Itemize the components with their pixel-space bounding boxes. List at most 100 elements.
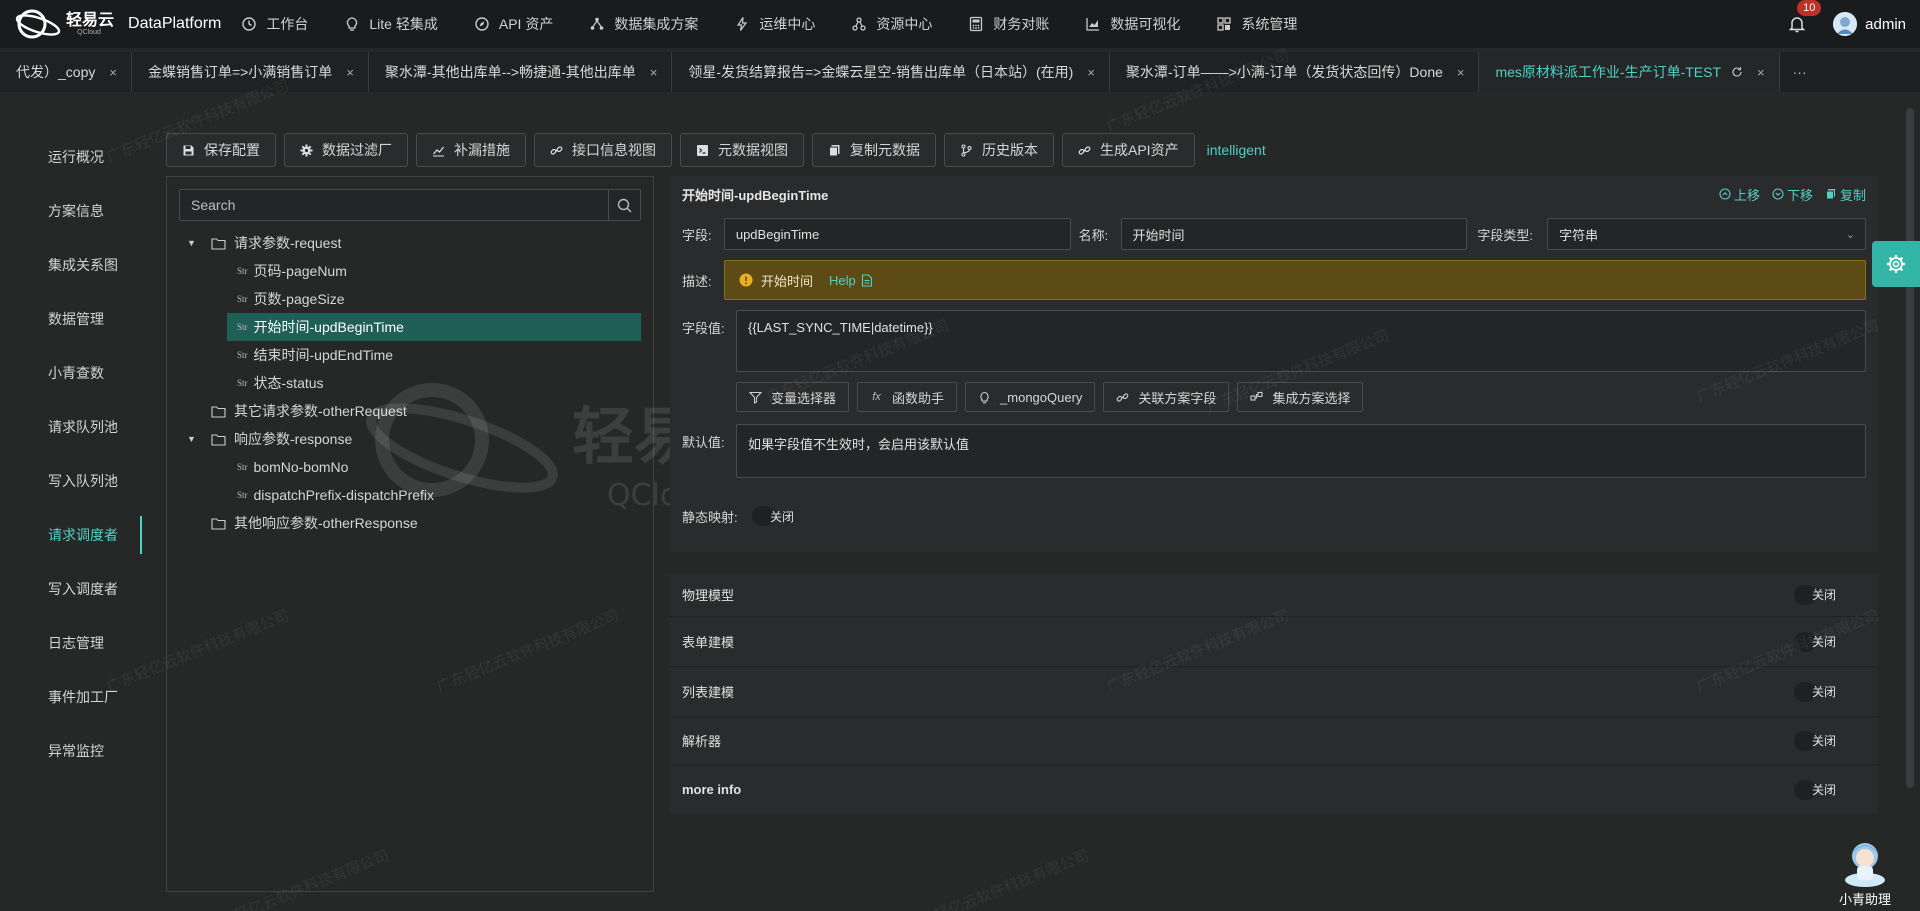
section-physical-model[interactable]: 物理模型 关闭 bbox=[670, 572, 1878, 616]
menu-item-system[interactable]: 系统管理 bbox=[1216, 14, 1297, 34]
save-config-button[interactable]: 保存配置 bbox=[166, 133, 276, 167]
tree-node-other-request[interactable]: 其它请求参数-otherRequest bbox=[167, 397, 653, 425]
user-name[interactable]: admin bbox=[1865, 16, 1906, 33]
menu-item-visualization[interactable]: 数据可视化 bbox=[1085, 14, 1180, 34]
tree-node-other-response[interactable]: 其他响应参数-otherResponse bbox=[167, 509, 653, 537]
sidebar-item-event-factory[interactable]: 事件加工厂 bbox=[0, 670, 142, 724]
close-icon[interactable]: × bbox=[109, 65, 117, 80]
data-filter-button[interactable]: 数据过滤厂 bbox=[284, 133, 408, 167]
section-list-modeling[interactable]: 列表建模 关闭 bbox=[670, 666, 1878, 716]
link-icon bbox=[1117, 392, 1129, 402]
name-input[interactable]: 开始时间 bbox=[1120, 218, 1468, 250]
sidebar-item-request-queue[interactable]: 请求队列池 bbox=[0, 400, 142, 454]
move-down-label: 下移 bbox=[1786, 187, 1813, 203]
tab-jushuitan-order[interactable]: 聚水潭-订单——>小满-订单（发货状态回传）Done × bbox=[1109, 52, 1480, 92]
tree-node-dispatchprefix[interactable]: Str dispatchPrefix-dispatchPrefix bbox=[167, 481, 653, 509]
history-version-button[interactable]: 历史版本 bbox=[944, 133, 1054, 167]
main-menu: 工作台 Lite 轻集成 API 资产 数据集成方案 运维中心 资源中心 财务对… bbox=[241, 0, 1333, 48]
section-parser[interactable]: 解析器 关闭 bbox=[670, 716, 1878, 764]
close-icon[interactable]: × bbox=[1757, 65, 1765, 80]
tree-node-updbegintime[interactable]: Str 开始时间-updBeginTime bbox=[227, 313, 641, 341]
menu-item-lite[interactable]: Lite 轻集成 bbox=[344, 14, 438, 34]
type-select[interactable]: 字符串 ⌄ bbox=[1547, 218, 1866, 250]
menu-item-resource-center[interactable]: 资源中心 bbox=[851, 14, 932, 34]
move-up-button[interactable]: 上移 bbox=[1719, 185, 1760, 204]
intelligent-link[interactable]: intelligent bbox=[1207, 142, 1266, 158]
section-toggle[interactable]: 关闭 bbox=[1793, 730, 1836, 751]
sidebar-item-plan-info[interactable]: 方案信息 bbox=[0, 184, 142, 238]
sidebar-item-logs[interactable]: 日志管理 bbox=[0, 616, 142, 670]
page-scrollbar[interactable] bbox=[1906, 108, 1914, 788]
api-info-view-button[interactable]: 接口信息视图 bbox=[534, 133, 672, 167]
sidebar-item-write-queue[interactable]: 写入队列池 bbox=[0, 454, 142, 508]
sidebar-item-data-management[interactable]: 数据管理 bbox=[0, 292, 142, 346]
patch-measures-button[interactable]: 补漏措施 bbox=[416, 133, 526, 167]
settings-float-button[interactable] bbox=[1872, 241, 1920, 287]
compass-icon bbox=[475, 17, 489, 31]
button-label: 历史版本 bbox=[982, 142, 1038, 158]
tab-mes-active[interactable]: mes原材料派工作业-生产订单-TEST × bbox=[1479, 52, 1780, 92]
xiaoqing-assistant[interactable]: 小青助理 bbox=[1830, 836, 1900, 908]
sidebar-item-write-scheduler[interactable]: 写入调度者 bbox=[0, 562, 142, 616]
copy-metadata-button[interactable]: 复制元数据 bbox=[812, 133, 936, 167]
field-input[interactable]: updBeginTime bbox=[723, 218, 1071, 250]
search-button[interactable] bbox=[608, 190, 640, 220]
tree-node-pagesize[interactable]: Str 页数-pageSize bbox=[167, 285, 653, 313]
sidebar-item-overview[interactable]: 运行概况 bbox=[0, 130, 142, 184]
menu-item-workbench[interactable]: 工作台 bbox=[241, 14, 308, 34]
section-toggle[interactable]: 关闭 bbox=[1793, 584, 1836, 605]
generate-api-asset-button[interactable]: 生成API资产 bbox=[1062, 133, 1195, 167]
tree-node-response[interactable]: ▼ 响应参数-response bbox=[167, 425, 653, 453]
section-toggle[interactable]: 关闭 bbox=[1793, 779, 1836, 800]
menu-item-integration-plans[interactable]: 数据集成方案 bbox=[589, 14, 698, 34]
tab-copy[interactable]: 代发）_copy × bbox=[0, 52, 132, 92]
search-input[interactable] bbox=[180, 190, 608, 220]
tree-node-pagenum[interactable]: Str 页码-pageNum bbox=[167, 257, 653, 285]
refresh-icon[interactable] bbox=[1731, 66, 1743, 78]
sidebar-item-relation-graph[interactable]: 集成关系图 bbox=[0, 238, 142, 292]
section-toggle[interactable]: 关闭 bbox=[1793, 631, 1836, 652]
integration-plan-select-button[interactable]: 集成方案选择 bbox=[1237, 382, 1364, 412]
caret-down-icon[interactable]: ▼ bbox=[187, 434, 197, 444]
tree-node-request[interactable]: ▼ 请求参数-request bbox=[167, 229, 653, 257]
close-icon[interactable]: × bbox=[1087, 65, 1095, 80]
sidebar-item-exception-monitor[interactable]: 异常监控 bbox=[0, 724, 142, 778]
menu-item-finance[interactable]: 财务对账 bbox=[968, 14, 1049, 34]
description-box[interactable]: 开始时间 Help bbox=[724, 260, 1866, 300]
default-value-editor[interactable]: 如果字段值不生效时，会启用该默认值 bbox=[736, 424, 1866, 478]
tab-lingxing-report[interactable]: 领星-发货结算报告=>金蝶云星空-销售出库单（日本站）(在用) × bbox=[672, 52, 1110, 92]
close-icon[interactable]: × bbox=[346, 65, 354, 80]
tree-node-status[interactable]: Str 状态-status bbox=[167, 369, 653, 397]
variable-selector-button[interactable]: 变量选择器 bbox=[736, 382, 850, 412]
static-mapping-toggle[interactable]: 关闭 bbox=[752, 506, 794, 526]
function-helper-button[interactable]: fx 函数助手 bbox=[857, 382, 958, 412]
tree-node-updendtime[interactable]: Str 结束时间-updEndTime bbox=[167, 341, 653, 369]
section-toggle[interactable]: 关闭 bbox=[1793, 681, 1836, 702]
sidebar-item-request-scheduler[interactable]: 请求调度者 bbox=[0, 508, 142, 562]
move-down-button[interactable]: 下移 bbox=[1772, 185, 1813, 204]
field-value-editor[interactable]: {{LAST_SYNC_TIME|datetime}} bbox=[736, 310, 1866, 372]
metadata-view-button[interactable]: 元数据视图 bbox=[680, 133, 804, 167]
tab-jushuitan-outbound[interactable]: 聚水潭-其他出库单-->畅捷通-其他出库单 × bbox=[368, 52, 673, 92]
tab-kingdee-sales[interactable]: 金蝶销售订单=>小满销售订单 × bbox=[131, 52, 369, 92]
button-label: 集成方案选择 bbox=[1272, 390, 1351, 406]
related-plan-field-button[interactable]: 关联方案字段 bbox=[1103, 382, 1230, 412]
menu-item-api-assets[interactable]: API 资产 bbox=[474, 14, 553, 34]
close-icon[interactable]: × bbox=[1457, 65, 1465, 80]
close-icon[interactable]: × bbox=[650, 65, 658, 80]
tab-label: 聚水潭-订单——>小满-订单（发货状态回传）Done bbox=[1125, 64, 1443, 80]
tab-more-icon[interactable]: ··· bbox=[1780, 52, 1820, 92]
menu-item-ops-center[interactable]: 运维中心 bbox=[734, 14, 815, 34]
caret-down-icon[interactable]: ▼ bbox=[187, 238, 197, 248]
tree-node-bomno[interactable]: Str bomNo-bomNo bbox=[167, 453, 653, 481]
sidebar-item-xiaoqing-query[interactable]: 小青查数 bbox=[0, 346, 142, 400]
notification-bell[interactable]: 10 bbox=[1787, 0, 1822, 34]
logo[interactable]: 轻易云 QCloud bbox=[14, 8, 114, 40]
copy-field-button[interactable]: 复制 bbox=[1825, 185, 1866, 204]
avatar[interactable] bbox=[1833, 12, 1858, 36]
help-link[interactable]: Help bbox=[829, 273, 873, 288]
section-form-modeling[interactable]: 表单建模 关闭 bbox=[670, 616, 1878, 666]
section-more-info[interactable]: more info 关闭 bbox=[670, 764, 1878, 814]
mongo-query-button[interactable]: _mongoQuery bbox=[965, 382, 1096, 412]
tree-node-label: bomNo-bomNo bbox=[253, 459, 349, 475]
